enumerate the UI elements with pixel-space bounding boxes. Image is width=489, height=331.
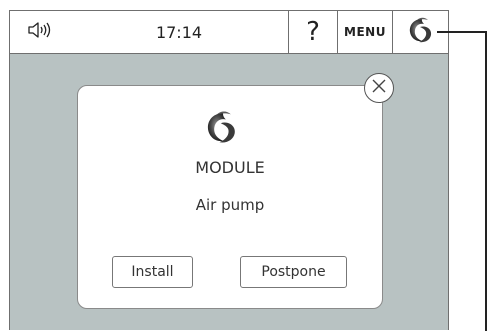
callout-line-vertical bbox=[485, 31, 487, 331]
swirl-logo-icon bbox=[406, 16, 436, 48]
help-button[interactable]: ? bbox=[288, 11, 337, 53]
module-dialog: MODULE Air pump Install Postpone bbox=[77, 85, 383, 309]
swirl-logo-icon bbox=[203, 109, 241, 145]
device-screen: 17:14 ? MENU MODULE Air pump Install Pos… bbox=[9, 10, 449, 330]
module-name: Air pump bbox=[195, 196, 265, 214]
dialog-title: MODULE bbox=[195, 158, 265, 177]
top-bar: 17:14 ? MENU bbox=[10, 11, 448, 54]
menu-button[interactable]: MENU bbox=[337, 11, 392, 53]
clock-time: 17:14 bbox=[155, 22, 203, 42]
sound-button[interactable] bbox=[10, 11, 70, 53]
close-icon bbox=[371, 78, 387, 98]
close-button[interactable] bbox=[364, 73, 394, 103]
install-button[interactable]: Install bbox=[112, 256, 193, 288]
callout-line-horizontal bbox=[437, 31, 486, 33]
postpone-button[interactable]: Postpone bbox=[240, 256, 347, 288]
speaker-volume-icon bbox=[27, 21, 53, 43]
